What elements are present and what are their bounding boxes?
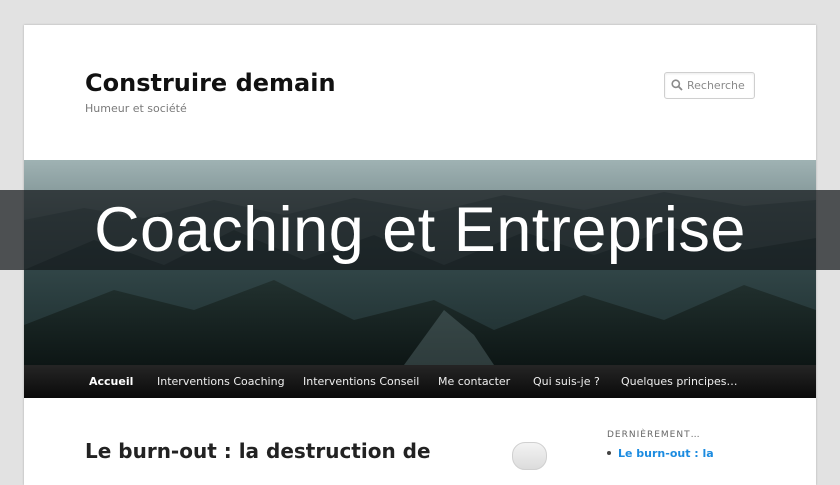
post-title[interactable]: Le burn-out : la destruction de [85,439,431,463]
site-title[interactable]: Construire demain [85,69,336,97]
nav-item-me-contacter[interactable]: Me contacter [438,365,510,398]
bullet-icon [607,451,611,455]
search-box[interactable] [664,72,755,99]
recent-post-label[interactable]: Le burn-out : la [618,447,714,460]
main-navigation: Accueil Interventions Coaching Intervent… [24,365,816,398]
comment-bubble-icon[interactable] [512,442,547,470]
search-input[interactable] [685,73,754,98]
site-tagline: Humeur et société [85,102,187,115]
widget-title-recent: DERNIÈREMENT… [607,430,701,440]
nav-item-quelques-principes[interactable]: Quelques principes… [621,365,738,398]
nav-item-interventions-conseil[interactable]: Interventions Conseil [303,365,419,398]
magnifier-icon [671,79,683,91]
banner-title: Coaching et Entreprise [94,195,746,265]
recent-post-link[interactable]: Le burn-out : la [607,447,714,460]
nav-item-interventions-coaching[interactable]: Interventions Coaching [157,365,285,398]
nav-item-qui-suis-je[interactable]: Qui suis-je ? [533,365,600,398]
nav-item-accueil[interactable]: Accueil [89,365,133,398]
